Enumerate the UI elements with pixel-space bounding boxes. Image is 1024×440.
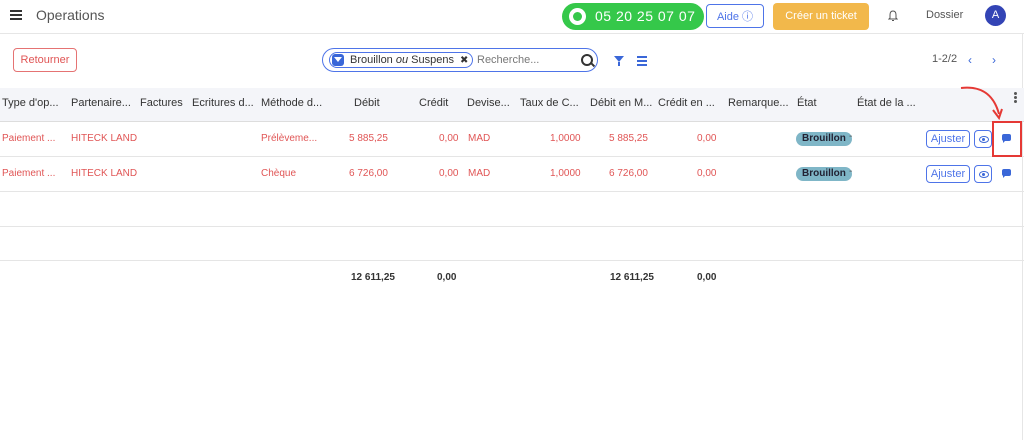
- col-state[interactable]: État: [797, 97, 817, 109]
- create-ticket-button[interactable]: Créer un ticket: [773, 3, 869, 30]
- phone-number: 05 20 25 07 07: [595, 8, 696, 24]
- col-debit[interactable]: Débit: [354, 97, 380, 109]
- adjust-button[interactable]: Ajuster: [926, 165, 970, 183]
- pager-value[interactable]: 1-2/2: [932, 53, 957, 65]
- chevron-right-icon[interactable]: ›: [992, 53, 996, 67]
- cell-debit: 5 885,25: [349, 133, 388, 144]
- annotation-arrow-icon: [960, 86, 1003, 121]
- total-debit-m: 12 611,25: [610, 272, 654, 283]
- col-debit-m[interactable]: Débit en M...: [590, 97, 652, 109]
- cell-method: Prélèveme...: [261, 133, 318, 144]
- col-remark[interactable]: Remarque...: [728, 97, 789, 109]
- search-icon[interactable]: [581, 54, 593, 66]
- table-row[interactable]: Paiement ... HITECK LAND Prélèveme... 5 …: [0, 122, 1024, 157]
- col-entries[interactable]: Ecritures d...: [192, 97, 254, 109]
- cell-credit: 0,00: [439, 133, 459, 144]
- list-view-icon[interactable]: [637, 56, 647, 68]
- adjust-button[interactable]: Ajuster: [926, 130, 970, 148]
- column-options-icon[interactable]: [1014, 92, 1017, 104]
- cell-debit-m: 5 885,25: [609, 133, 648, 144]
- view-button[interactable]: [974, 165, 992, 183]
- col-partner[interactable]: Partenaire...: [71, 97, 131, 109]
- cell-method: Chèque: [261, 168, 297, 179]
- col-type[interactable]: Type d'op...: [2, 97, 59, 109]
- cell-partner: HITECK LAND: [71, 168, 138, 179]
- table-row[interactable]: Paiement ... HITECK LAND Chèque 6 726,00…: [0, 157, 1024, 192]
- totals-row: 12 611,25 0,00 12 611,25 0,00: [0, 260, 1024, 294]
- eye-icon: [979, 171, 989, 178]
- cell-credit-m: 0,00: [697, 168, 717, 179]
- cell-credit-m: 0,00: [697, 133, 717, 144]
- col-method[interactable]: Méthode d...: [261, 97, 322, 109]
- col-invoices[interactable]: Factures: [140, 97, 183, 109]
- facet-value-2: Suspens: [408, 54, 454, 66]
- avatar[interactable]: A: [985, 5, 1006, 26]
- cell-currency: MAD: [468, 133, 491, 144]
- cell-debit-m: 6 726,00: [609, 168, 648, 179]
- cell-currency: MAD: [468, 168, 491, 179]
- table-header: Type d'op... Partenaire... Factures Ecri…: [0, 88, 1024, 122]
- phone-button[interactable]: 05 20 25 07 07: [562, 3, 704, 30]
- page-title: Operations: [36, 7, 105, 23]
- col-state2[interactable]: État de la ...: [857, 97, 916, 109]
- cell-credit: 0,00: [439, 168, 459, 179]
- cell-state2: -: [849, 166, 853, 177]
- filter-icon[interactable]: [614, 56, 624, 66]
- headset-icon: [569, 8, 586, 25]
- status-badge: Brouillon: [796, 167, 852, 181]
- remove-facet-icon[interactable]: ✖: [460, 55, 468, 66]
- back-button[interactable]: Retourner: [13, 48, 77, 72]
- menu-icon[interactable]: [10, 10, 22, 20]
- filter-icon: [332, 54, 344, 66]
- col-currency[interactable]: Devise...: [467, 97, 510, 109]
- eye-icon: [979, 136, 989, 143]
- search-bar[interactable]: Brouillon ou Suspens ✖: [322, 48, 598, 72]
- facet-value-1: Brouillon: [350, 54, 396, 66]
- search-input[interactable]: [477, 52, 573, 68]
- cell-state2: -: [849, 131, 853, 142]
- help-button[interactable]: Aide ⓘ: [706, 4, 764, 28]
- empty-row: [0, 192, 1024, 227]
- col-rate[interactable]: Taux de C...: [520, 97, 579, 109]
- col-credit-m[interactable]: Crédit en ...: [658, 97, 715, 109]
- filter-facet[interactable]: Brouillon ou Suspens ✖: [329, 52, 474, 68]
- empty-row: [0, 226, 1024, 261]
- chat-icon[interactable]: [1002, 169, 1011, 178]
- bell-icon[interactable]: [888, 10, 898, 22]
- cell-type: Paiement ...: [2, 133, 56, 144]
- top-bar: Operations 05 20 25 07 07 Aide ⓘ Créer u…: [0, 0, 1024, 34]
- cell-rate: 1,0000: [550, 133, 581, 144]
- chevron-left-icon[interactable]: ‹: [968, 53, 972, 67]
- cell-partner: HITECK LAND: [71, 133, 138, 144]
- total-debit: 12 611,25: [351, 272, 395, 283]
- total-credit-m: 0,00: [697, 272, 717, 283]
- view-button[interactable]: [974, 130, 992, 148]
- status-badge: Brouillon: [796, 132, 852, 146]
- cell-rate: 1,0000: [550, 168, 581, 179]
- total-credit: 0,00: [437, 272, 457, 283]
- facet-or: ou: [395, 54, 409, 66]
- col-credit[interactable]: Crédit: [419, 97, 448, 109]
- cell-debit: 6 726,00: [349, 168, 388, 179]
- dossier-menu[interactable]: Dossier: [926, 9, 963, 21]
- highlight-box: [992, 121, 1022, 157]
- cell-type: Paiement ...: [2, 168, 56, 179]
